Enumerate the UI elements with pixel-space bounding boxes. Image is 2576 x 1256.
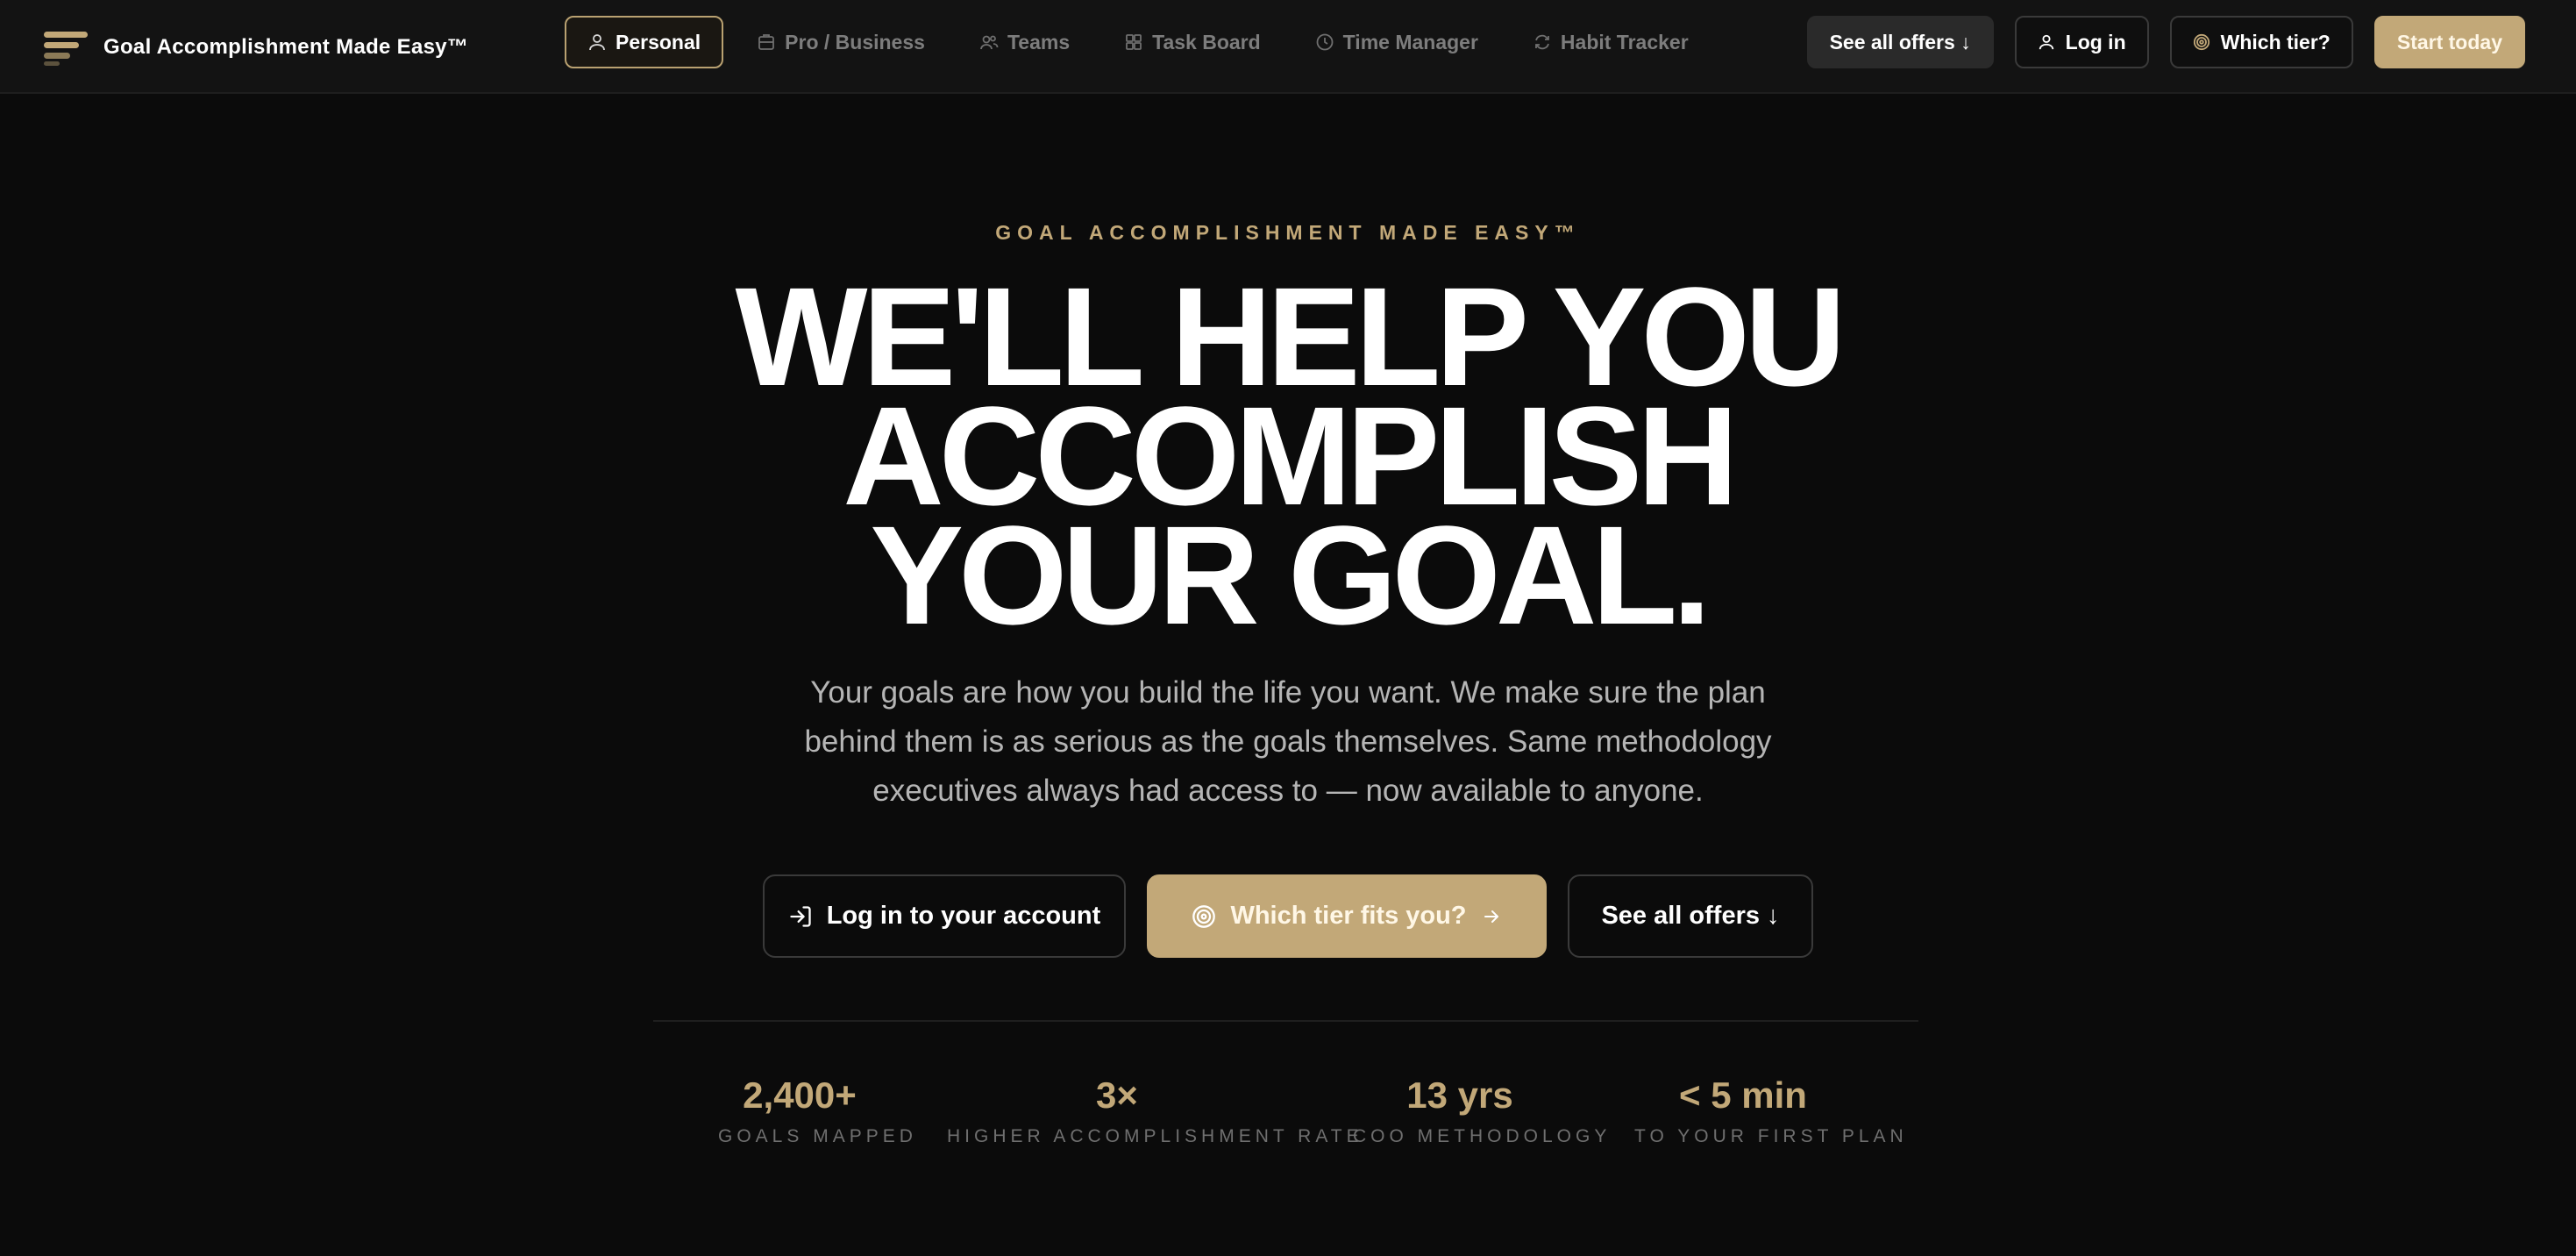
clock-icon	[1315, 32, 1334, 52]
stat-coo-methodology: 13 yrs COO METHODOLOGY	[1353, 1072, 1612, 1147]
users-icon	[979, 32, 999, 52]
stats-row: 2,400+ GOALS MAPPED 3× HIGHER ACCOMPLISH…	[0, 1072, 2576, 1177]
stat-first-plan: < 5 min TO YOUR FIRST PLAN	[1634, 1072, 1908, 1147]
arrow-right-icon	[1481, 906, 1502, 927]
header-actions: See all offers ↓ Log in Which tier? Star…	[1786, 16, 2525, 68]
tab-personal[interactable]: Personal	[565, 16, 724, 68]
log-in-button[interactable]: Log in	[2014, 16, 2149, 68]
building-icon	[757, 32, 776, 52]
stat-value: 2,400+	[743, 1074, 857, 1116]
which-tier-button[interactable]: Which tier?	[2169, 16, 2353, 68]
tab-label: Teams	[1007, 30, 1071, 54]
stat-label: COO METHODOLOGY	[1353, 1126, 1612, 1146]
user-icon	[2038, 33, 2055, 51]
log-in-to-account-label: Log in to your account	[826, 902, 1101, 930]
tab-label: Habit Tracker	[1560, 30, 1689, 54]
which-tier-fits-you-button[interactable]: Which tier fits you?	[1147, 874, 1547, 958]
which-tier-fits-you-label: Which tier fits you?	[1230, 902, 1467, 930]
stat-value: 13 yrs	[1406, 1074, 1513, 1116]
section-divider	[653, 1020, 1918, 1022]
tab-task-board[interactable]: Task Board	[1103, 16, 1282, 68]
repeat-icon	[1533, 32, 1552, 52]
tab-label: Pro / Business	[785, 30, 925, 54]
stat-goals-mapped: 2,400+ GOALS MAPPED	[718, 1072, 917, 1147]
target-icon	[1192, 904, 1216, 929]
brand-name: Goal Accomplishment Made Easy™	[103, 35, 469, 59]
tab-label: Personal	[616, 30, 701, 54]
tab-habit-tracker[interactable]: Habit Tracker	[1512, 16, 1710, 68]
tab-label: Time Manager	[1342, 30, 1478, 54]
brand-logo-icon	[44, 30, 89, 66]
product-tabs: Personal Pro / Business Teams Task Board…	[565, 16, 1722, 68]
log-in-icon	[788, 904, 813, 929]
stat-value: < 5 min	[1679, 1074, 1807, 1116]
stat-accomplishment-rate: 3× HIGHER ACCOMPLISHMENT RATE	[947, 1072, 1363, 1147]
hero-cta-group: Log in to your account Which tier fits y…	[0, 874, 2576, 958]
hero-description: Your goals are how you build the life yo…	[804, 675, 1772, 808]
stat-label: GOALS MAPPED	[718, 1126, 917, 1146]
target-icon	[2193, 33, 2210, 51]
brand[interactable]: Goal Accomplishment Made Easy™	[44, 25, 468, 70]
headline-highlight: ACCOMPLISH	[843, 386, 1739, 526]
see-all-offers-button[interactable]: See all offers ↓	[1806, 16, 1994, 68]
grid-icon	[1124, 32, 1143, 52]
hero-headline: WE'LL HELP YOU ACCOMPLISH YOUR GOAL.	[0, 267, 2576, 646]
top-navigation-bar: Goal Accomplishment Made Easy™ Personal …	[0, 0, 2576, 94]
user-icon	[587, 32, 607, 52]
tab-teams[interactable]: Teams	[958, 16, 1091, 68]
headline-highlight-text: ACCOMPLISH	[843, 377, 1739, 534]
tab-pro-business[interactable]: Pro / Business	[736, 16, 946, 68]
log-in-label: Log in	[2065, 30, 2126, 54]
headline-line-2: ACCOMPLISH	[0, 386, 2576, 526]
which-tier-label: Which tier?	[2220, 30, 2330, 54]
start-today-button[interactable]: Start today	[2373, 16, 2525, 68]
stat-label: TO YOUR FIRST PLAN	[1634, 1126, 1908, 1146]
log-in-to-account-button[interactable]: Log in to your account	[763, 874, 1126, 958]
stat-label: HIGHER ACCOMPLISHMENT RATE	[947, 1126, 1363, 1146]
stat-value: 3×	[1096, 1074, 1138, 1116]
see-all-offers-cta-button[interactable]: See all offers ↓	[1568, 874, 1813, 958]
tab-label: Task Board	[1152, 30, 1261, 54]
tab-time-manager[interactable]: Time Manager	[1294, 16, 1499, 68]
hero-eyebrow: GOAL ACCOMPLISHMENT MADE EASY™	[995, 221, 1581, 244]
